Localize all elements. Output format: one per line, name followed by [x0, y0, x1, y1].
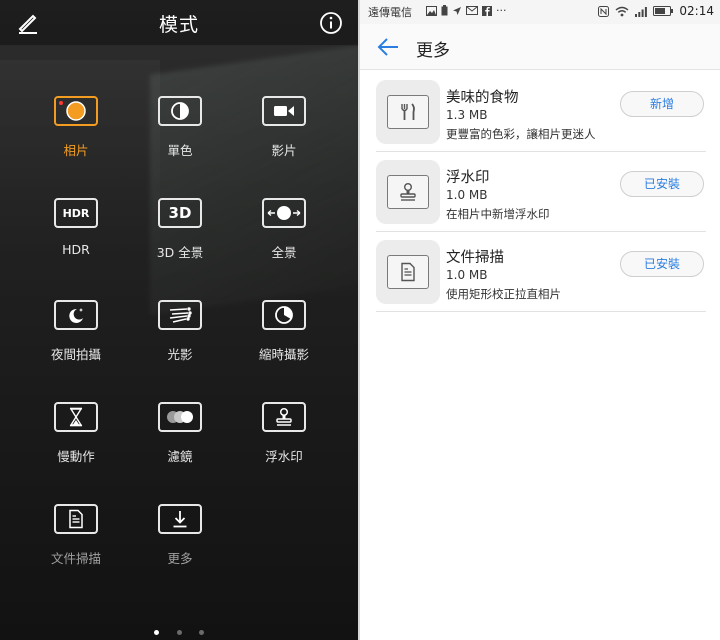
- page-title: 更多: [416, 41, 450, 61]
- document-icon: [54, 504, 98, 534]
- background-viewfinder: [150, 45, 358, 315]
- download-icon: [158, 504, 202, 534]
- page-dot-active: [154, 630, 160, 635]
- clock: 02:14: [679, 4, 714, 18]
- page-title: 模式: [158, 14, 199, 36]
- mode-label: 3D 全景: [156, 245, 204, 260]
- item-name: 文件掃描: [446, 250, 504, 266]
- mode-label: 影片: [271, 143, 297, 158]
- mode-label: 相片: [63, 143, 89, 158]
- battery-icon: [653, 6, 674, 16]
- info-icon[interactable]: [319, 11, 343, 35]
- document-icon: [387, 255, 429, 289]
- more-modes-screen: 遠傳電信 ··· 02:14 更多 美味的食物 1.3 MB 更豐富的色彩，讓相…: [358, 0, 720, 640]
- camera-modes-screen: 模式 相片 單色 影片 HDR HDR 3D 3D 全景 全景 夜間拍攝 光影 …: [0, 0, 358, 640]
- more-notifications: ···: [496, 4, 507, 17]
- photo-mode-icon: [54, 96, 98, 126]
- time-lapse-icon: [262, 300, 306, 330]
- page-dot: [176, 630, 182, 635]
- item-description: 更豐富的色彩，讓相片更迷人: [446, 127, 596, 141]
- item-name: 美味的食物: [446, 90, 519, 106]
- mode-night[interactable]: 夜間拍攝: [31, 300, 121, 363]
- video-camera-icon: [262, 96, 306, 126]
- mode-watermark[interactable]: 浮水印: [239, 402, 329, 465]
- mode-hdr[interactable]: HDR HDR: [31, 198, 121, 257]
- battery-notification-icon: [441, 5, 448, 16]
- document-scan-thumbnail: [376, 240, 440, 304]
- status-bar: 遠傳電信 ··· 02:14: [360, 0, 720, 24]
- page-dot: [198, 630, 204, 635]
- list-item-watermark[interactable]: 浮水印 1.0 MB 在相片中新增浮水印 已安裝: [376, 152, 706, 232]
- stamp-icon: [262, 402, 306, 432]
- item-size: 1.0 MB: [446, 188, 488, 202]
- panorama-icon: [262, 198, 306, 228]
- filter-circles-icon: [158, 402, 202, 432]
- modes-top-bar: 模式: [0, 0, 358, 46]
- back-arrow-icon[interactable]: [376, 36, 400, 58]
- gallery-notification-icon: [426, 5, 437, 16]
- facebook-notification-icon: [482, 5, 492, 16]
- mode-more[interactable]: 更多: [135, 504, 225, 567]
- mode-label: 縮時攝影: [258, 347, 309, 362]
- mode-label: 單色: [167, 143, 193, 158]
- installed-button[interactable]: 已安裝: [620, 171, 704, 197]
- food-mode-thumbnail: [376, 80, 440, 144]
- app-header: 更多: [360, 24, 720, 70]
- hdr-icon: HDR: [54, 198, 98, 228]
- mode-label: 全景: [271, 245, 297, 260]
- 3d-icon: 3D: [158, 198, 202, 228]
- mail-notification-icon: [466, 6, 478, 15]
- system-status: 02:14: [598, 4, 714, 18]
- watermark-thumbnail: [376, 160, 440, 224]
- light-streaks-icon: [158, 300, 202, 330]
- list-item-document-scan[interactable]: 文件掃描 1.0 MB 使用矩形校正拉直相片 已安裝: [376, 232, 706, 312]
- list-item-food[interactable]: 美味的食物 1.3 MB 更豐富的色彩，讓相片更迷人 新增: [376, 72, 706, 152]
- mode-label: 光影: [167, 347, 193, 362]
- carrier-name: 遠傳電信: [368, 6, 412, 19]
- mode-label: 文件掃描: [50, 551, 101, 566]
- item-description: 使用矩形校正拉直相片: [446, 287, 561, 301]
- stamp-icon: [387, 175, 429, 209]
- nfc-icon: [598, 5, 610, 17]
- page-indicator: [0, 620, 358, 639]
- mode-video[interactable]: 影片: [239, 96, 329, 159]
- notification-icons: ···: [426, 4, 507, 17]
- mode-document-scan[interactable]: 文件掃描: [31, 504, 121, 567]
- monochrome-icon: [158, 96, 202, 126]
- mode-slow-motion[interactable]: 慢動作: [31, 402, 121, 465]
- mode-time-lapse[interactable]: 縮時攝影: [239, 300, 329, 363]
- item-size: 1.3 MB: [446, 108, 488, 122]
- mode-label: HDR: [62, 242, 90, 257]
- item-description: 在相片中新增浮水印: [446, 207, 550, 221]
- mode-photo[interactable]: 相片: [31, 96, 121, 159]
- mode-label: 夜間拍攝: [50, 347, 101, 362]
- wifi-icon: [615, 6, 629, 16]
- mode-filter[interactable]: 濾鏡: [135, 402, 225, 465]
- mode-label: 濾鏡: [167, 449, 193, 464]
- item-size: 1.0 MB: [446, 268, 488, 282]
- add-button[interactable]: 新增: [620, 91, 704, 117]
- signal-icon: [635, 6, 648, 17]
- fork-knife-icon: [387, 95, 429, 129]
- mode-3d-panorama[interactable]: 3D 3D 全景: [135, 198, 225, 261]
- mode-light-painting[interactable]: 光影: [135, 300, 225, 363]
- navigation-notification-icon: [453, 6, 461, 15]
- mode-panorama[interactable]: 全景: [239, 198, 329, 261]
- mode-monochrome[interactable]: 單色: [135, 96, 225, 159]
- mode-label: 浮水印: [265, 449, 303, 464]
- hourglass-icon: [54, 402, 98, 432]
- moon-icon: [54, 300, 98, 330]
- mode-label: 慢動作: [57, 449, 95, 464]
- mode-label: 更多: [167, 551, 193, 566]
- installed-button[interactable]: 已安裝: [620, 251, 704, 277]
- item-name: 浮水印: [446, 170, 490, 186]
